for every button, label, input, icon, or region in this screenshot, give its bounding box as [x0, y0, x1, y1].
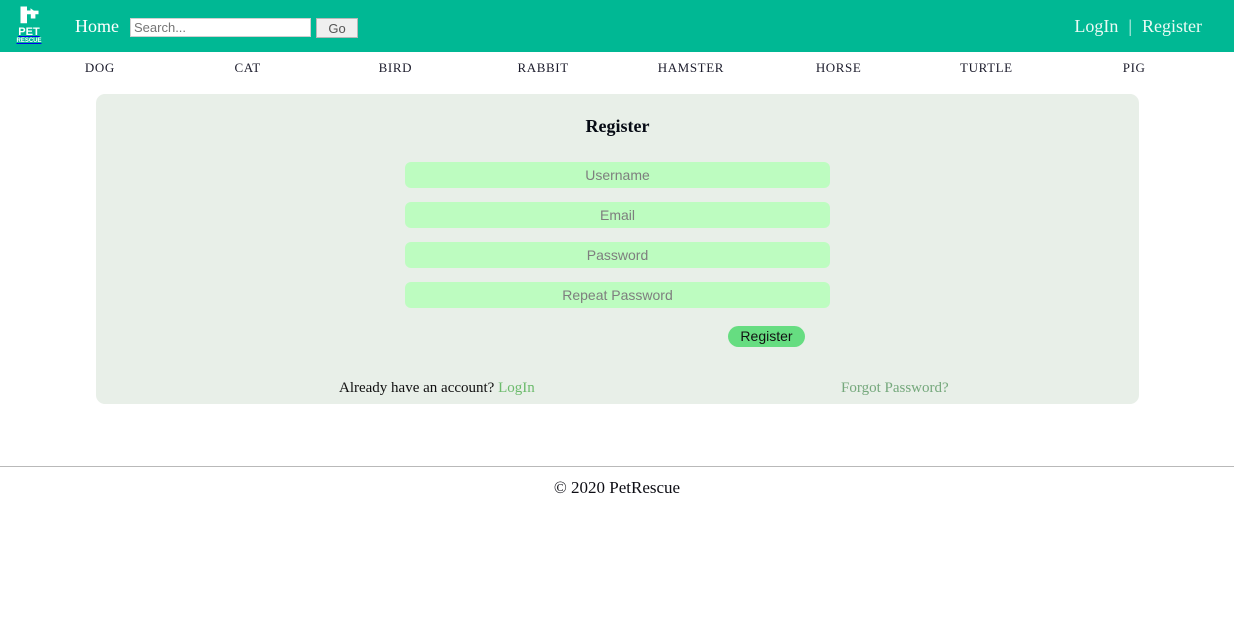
site-logo[interactable]: PET RESCUE — [14, 2, 44, 50]
username-field[interactable] — [405, 162, 830, 188]
search-go-button[interactable]: Go — [316, 18, 358, 38]
header-login-link[interactable]: LogIn — [1064, 15, 1128, 37]
register-card: Register Register Already have an accoun… — [96, 94, 1139, 404]
category-tab-horse[interactable]: HORSE — [765, 60, 913, 76]
category-nav: DOG CAT BIRD RABBIT HAMSTER HORSE TURTLE… — [0, 52, 1234, 142]
password-field[interactable] — [405, 242, 830, 268]
main-content: Register Register Already have an accoun… — [0, 94, 1234, 459]
site-header: PET RESCUE Home Go LogIn | Register — [0, 0, 1234, 52]
card-footer-links: Already have an account? LogIn Forgot Pa… — [96, 380, 1139, 400]
nav-home-link[interactable]: Home — [75, 16, 119, 36]
category-tab-cat[interactable]: CAT — [174, 60, 322, 76]
category-labels: DOG CAT BIRD RABBIT HAMSTER HORSE TURTLE… — [26, 60, 1208, 76]
repeat-password-field[interactable] — [405, 282, 830, 308]
page-title: Register — [585, 116, 650, 136]
auth-separator: | — [1128, 16, 1132, 36]
dog-silhouette-icon — [19, 5, 40, 25]
submit-row: Register — [96, 326, 1139, 347]
category-tab-pig[interactable]: PIG — [1060, 60, 1208, 76]
search-input[interactable] — [130, 18, 311, 37]
email-field[interactable] — [405, 202, 830, 228]
category-tab-hamster[interactable]: HAMSTER — [617, 60, 765, 76]
footer-copyright: © 2020 PetRescue — [553, 478, 681, 497]
logo-text-rescue: RESCUE — [16, 38, 42, 44]
header-register-link[interactable]: Register — [1132, 15, 1212, 37]
forgot-password-link[interactable]: Forgot Password? — [841, 380, 949, 397]
logo-text-pet: PET — [18, 26, 40, 38]
register-form — [405, 162, 830, 322]
already-have-account-label: Already have an account? — [339, 380, 495, 396]
card-login-link[interactable]: LogIn — [498, 380, 535, 396]
register-submit-button[interactable]: Register — [728, 326, 805, 347]
already-have-account-text: Already have an account? LogIn — [339, 380, 535, 397]
category-tab-dog[interactable]: DOG — [26, 60, 174, 76]
category-tab-bird[interactable]: BIRD — [322, 60, 470, 76]
category-tab-rabbit[interactable]: RABBIT — [469, 60, 617, 76]
category-tab-turtle[interactable]: TURTLE — [913, 60, 1061, 76]
footer-divider — [0, 466, 1234, 467]
auth-links: LogIn | Register — [1064, 15, 1212, 37]
